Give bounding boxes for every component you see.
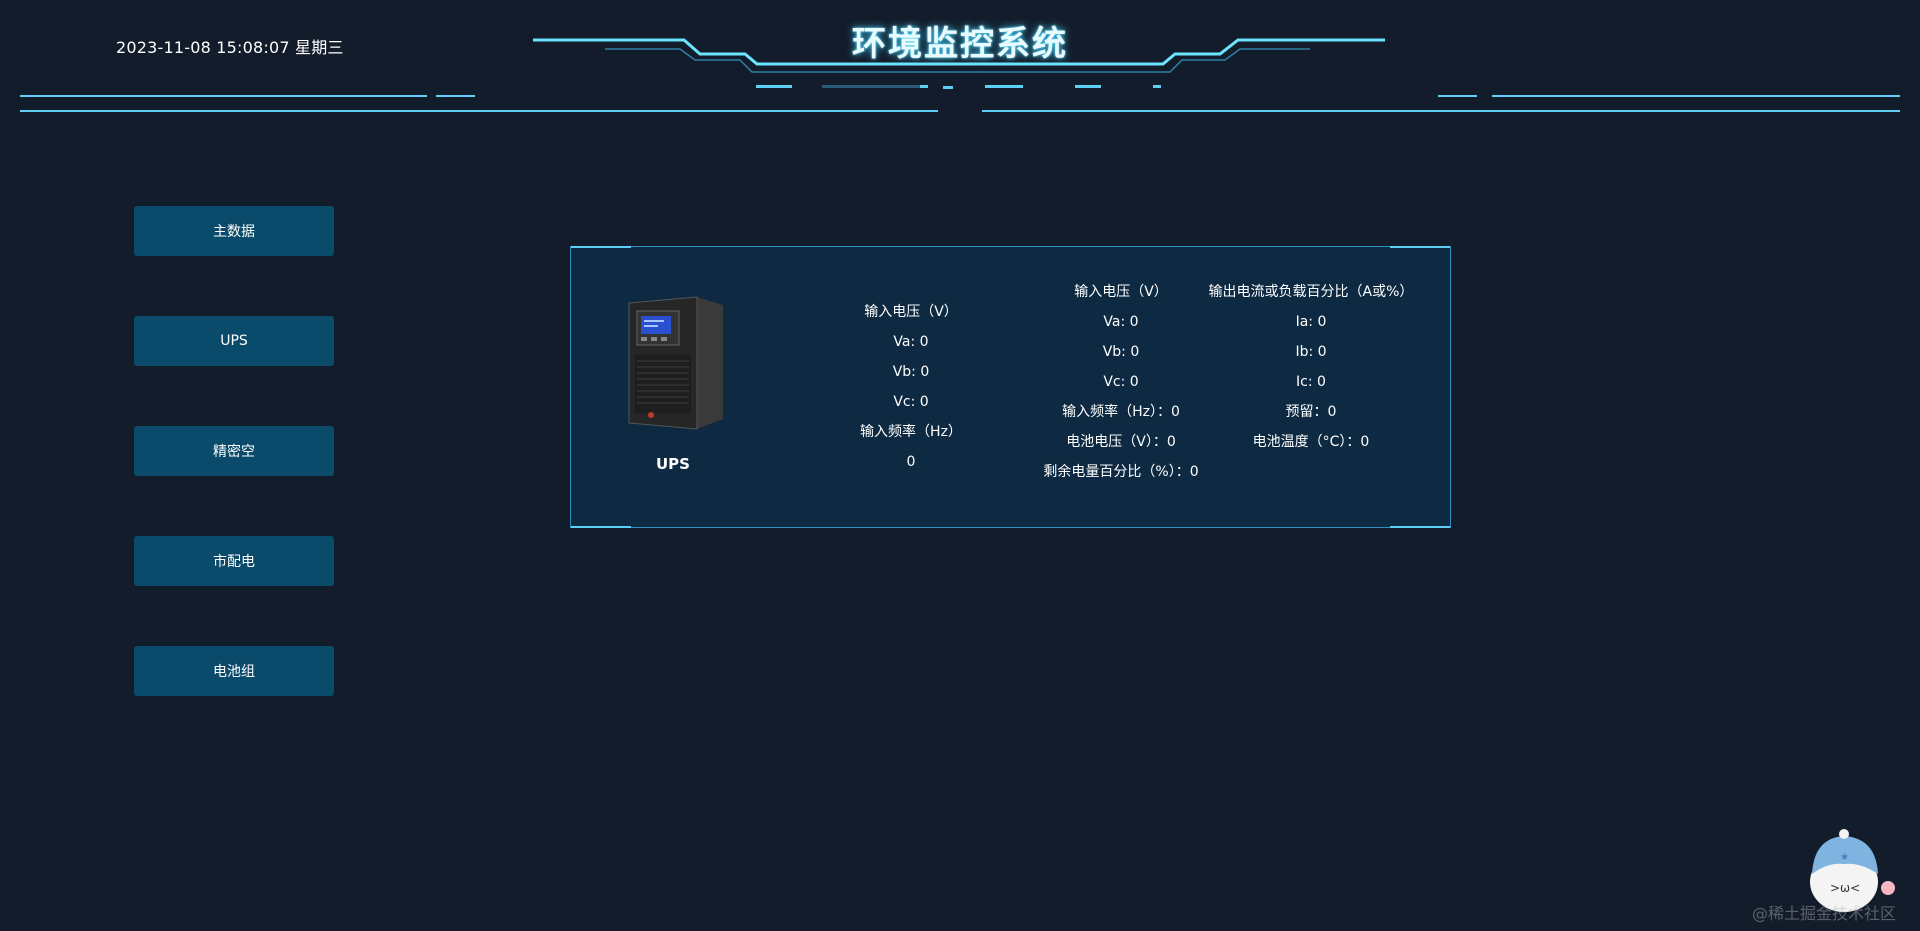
sidebar-item-precision-ac[interactable]: 精密空 xyxy=(134,426,334,476)
watermark-text: @稀土掘金技术社区 xyxy=(1752,904,1897,923)
card-corner xyxy=(1390,246,1450,248)
ups-device-label: UPS xyxy=(656,455,690,473)
ib-value: Ib: 0 xyxy=(1295,344,1327,360)
ia-value: Ia: 0 xyxy=(1295,314,1327,330)
card-corner xyxy=(1390,526,1450,528)
card-corner xyxy=(571,526,631,528)
reserved-value: 预留：0 xyxy=(1285,404,1337,420)
sidebar-item-ups[interactable]: UPS xyxy=(134,316,334,366)
ic-value: Ic: 0 xyxy=(1296,374,1326,390)
battery-temperature-value: 电池温度（°C）：0 xyxy=(1252,434,1370,450)
sidebar-item-city-power[interactable]: 市配电 xyxy=(134,536,334,586)
ups-device-image xyxy=(628,296,723,430)
ups-card: UPS 输入电压（V） Va: 0 Vb: 0 Vc: 0 输入频率（Hz） 0… xyxy=(570,246,1451,528)
svg-text:★: ★ xyxy=(1840,852,1849,863)
remaining-capacity-value: 剩余电量百分比（%）：0 xyxy=(1043,464,1199,480)
sidebar-item-main-data[interactable]: 主数据 xyxy=(134,206,334,256)
svg-text:>ω<: >ω< xyxy=(1830,881,1860,895)
card-corner xyxy=(571,246,631,248)
header: 2023-11-08 15:08:07 星期三 环境监控系统 xyxy=(0,0,1920,120)
page-title: 环境监控系统 xyxy=(852,24,1068,64)
sidebar-item-battery-group[interactable]: 电池组 xyxy=(134,646,334,696)
output-current-column: 输出电流或负载百分比（A或%） Ia: 0 Ib: 0 Ic: 0 预留：0 电… xyxy=(1181,277,1441,457)
output-current-title: 输出电流或负载百分比（A或%） xyxy=(1208,284,1414,300)
